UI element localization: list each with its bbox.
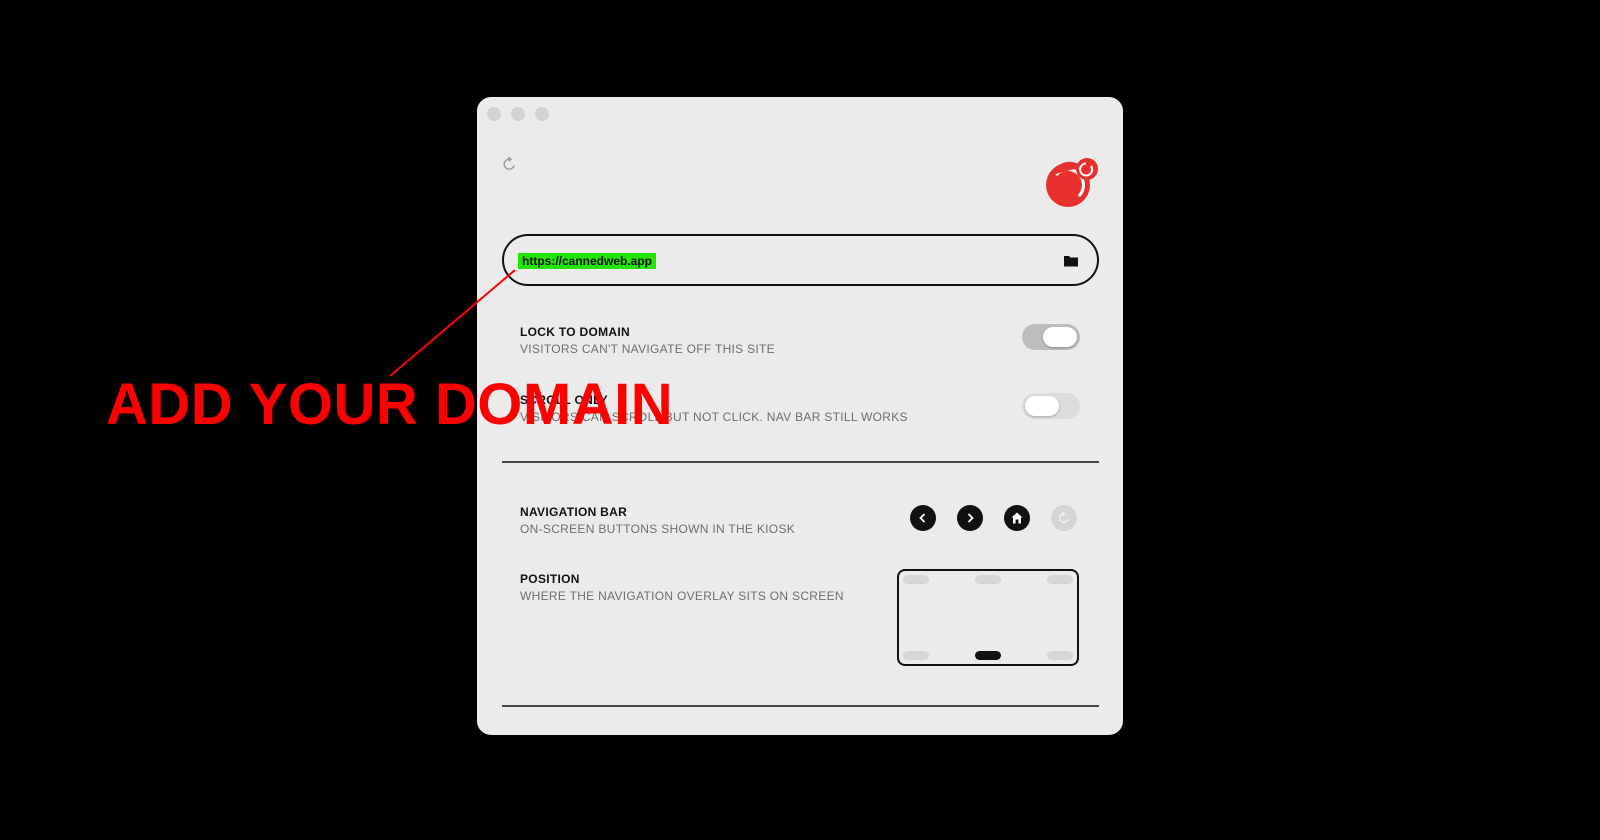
annotation-label: ADD YOUR DOMAIN bbox=[106, 372, 674, 437]
position-top-center[interactable] bbox=[975, 575, 1001, 584]
position-setting: POSITION WHERE THE NAVIGATION OVERLAY SI… bbox=[520, 572, 844, 603]
nav-home-button[interactable] bbox=[1004, 505, 1030, 531]
reset-icon[interactable] bbox=[501, 155, 519, 173]
lock-to-domain-toggle[interactable] bbox=[1022, 324, 1080, 350]
section-divider bbox=[502, 461, 1099, 463]
toggle-knob bbox=[1025, 396, 1059, 416]
setting-title: NAVIGATION BAR bbox=[520, 505, 628, 519]
setting-subtitle: VISITORS CAN'T NAVIGATE OFF THIS SITE bbox=[520, 342, 775, 356]
window-controls bbox=[487, 107, 549, 121]
folder-icon[interactable] bbox=[1063, 254, 1079, 268]
url-input[interactable]: https://cannedweb.app bbox=[502, 234, 1099, 286]
navigation-bar-setting: NAVIGATION BAR ON-SCREEN BUTTONS SHOWN I… bbox=[520, 505, 795, 536]
nav-forward-button[interactable] bbox=[957, 505, 983, 531]
position-picker bbox=[897, 569, 1079, 666]
home-icon bbox=[1011, 512, 1023, 524]
close-window-button[interactable] bbox=[487, 107, 501, 121]
reload-icon bbox=[1058, 511, 1069, 523]
minimize-window-button[interactable] bbox=[511, 107, 525, 121]
position-bottom-right[interactable] bbox=[1047, 651, 1073, 660]
url-value[interactable]: https://cannedweb.app bbox=[518, 253, 657, 269]
zoom-window-button[interactable] bbox=[535, 107, 549, 121]
setting-title: LOCK TO DOMAIN bbox=[520, 325, 630, 339]
position-bottom-left[interactable] bbox=[903, 651, 929, 660]
nav-reload-button[interactable] bbox=[1051, 505, 1077, 531]
forward-icon bbox=[967, 513, 974, 523]
lock-to-domain-setting: LOCK TO DOMAIN VISITORS CAN'T NAVIGATE O… bbox=[520, 325, 775, 356]
section-divider bbox=[502, 705, 1099, 707]
position-top-left[interactable] bbox=[903, 575, 929, 584]
setting-subtitle: ON-SCREEN BUTTONS SHOWN IN THE KIOSK bbox=[520, 522, 796, 536]
setting-title: POSITION bbox=[520, 572, 580, 586]
position-bottom-center[interactable] bbox=[975, 651, 1001, 660]
toggle-knob bbox=[1043, 327, 1077, 347]
scroll-only-toggle[interactable] bbox=[1022, 393, 1080, 419]
position-top-right[interactable] bbox=[1047, 575, 1073, 584]
setting-subtitle: WHERE THE NAVIGATION OVERLAY SITS ON SCR… bbox=[520, 589, 844, 603]
back-icon bbox=[919, 513, 926, 523]
app-logo-icon bbox=[1046, 158, 1098, 207]
nav-back-button[interactable] bbox=[910, 505, 936, 531]
